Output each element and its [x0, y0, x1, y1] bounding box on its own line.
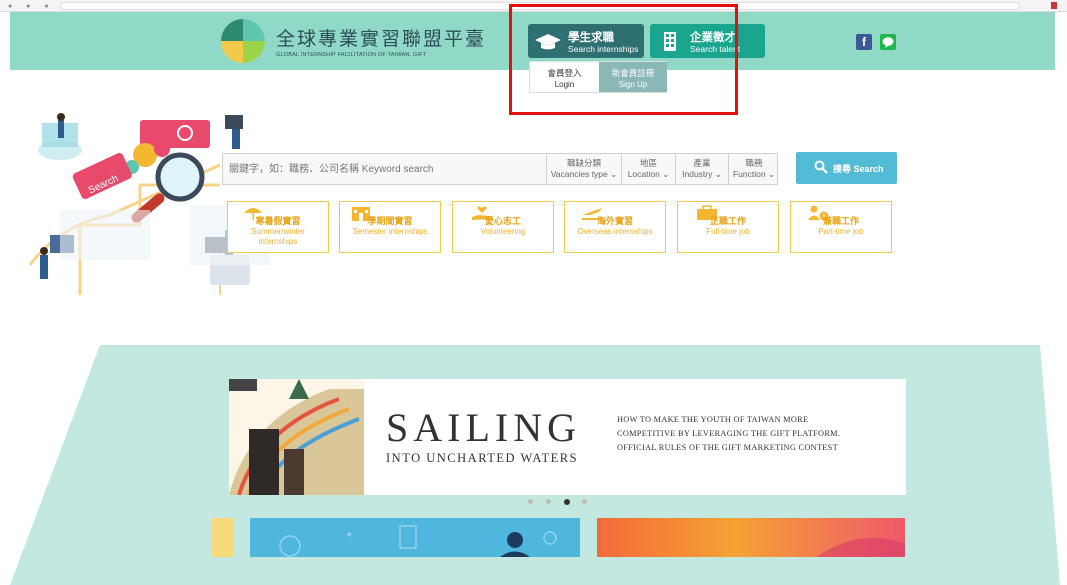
feature-card-gradient[interactable]	[597, 518, 905, 557]
industry-dropdown[interactable]: 產業 Industry ⌄	[675, 154, 728, 184]
banner-line: OFFICIAL RULES OF THE GIFT MARKETING CON…	[617, 443, 838, 452]
category-part-time[interactable]: 兼職工作 Part-time job	[790, 201, 892, 253]
filter-label-zh: 地區	[639, 158, 657, 168]
banner-description: HOW TO MAKE THE YOUTH OF TAIWAN MORE COM…	[617, 413, 897, 455]
site-logo[interactable]: 全球專業實習聯盟平臺 GLOBAL INTERNSHIP FACILITATIO…	[220, 18, 484, 66]
card-doodle-graphic: ✦	[279, 525, 557, 557]
carousel-dot[interactable]	[528, 499, 533, 504]
category-label-zh: 兼職工作	[822, 216, 859, 226]
banner-title: SAILING	[386, 405, 581, 450]
feature-card-blue[interactable]: ✦	[250, 518, 580, 557]
card-gradient-graphic	[817, 537, 905, 557]
category-volunteering[interactable]: 愛心志工 Volunteering	[452, 201, 554, 253]
line-glyph-icon	[882, 37, 894, 48]
svg-text:✦: ✦	[345, 530, 353, 541]
carousel-dot-active[interactable]	[564, 498, 570, 505]
filter-label-zh: 產業	[693, 158, 711, 168]
carousel-dot[interactable]	[582, 499, 587, 504]
category-label-en: Full-time job	[706, 227, 750, 236]
category-label-zh: 海外實習	[596, 216, 633, 226]
logo-subtitle: GLOBAL INTERNSHIP FACILITATION OF TAIWAN…	[276, 52, 427, 58]
category-label-en: Overseas internships	[577, 227, 653, 236]
category-label-zh: 愛心志工	[484, 216, 521, 226]
red-highlight-box	[509, 4, 738, 115]
line-icon[interactable]	[880, 34, 896, 50]
card-yellow-strip	[212, 518, 234, 557]
category-overseas[interactable]: 海外實習 Overseas internships	[564, 201, 666, 253]
browser-nav-icons[interactable]: ● ● ●	[8, 3, 55, 10]
category-full-time[interactable]: 正職工作 Full-time job	[677, 201, 779, 253]
logo-title: 全球專業實習聯盟平臺	[276, 28, 487, 50]
filter-label-en: Industry ⌄	[682, 169, 722, 179]
search-icon	[814, 160, 828, 174]
filter-label-zh: 職缺分類	[566, 158, 601, 168]
banner-art-graphic	[229, 379, 364, 495]
banner-subtitle: INTO UNCHARTED WATERS	[386, 451, 579, 465]
category-label-en: Volunteering	[480, 227, 526, 236]
filter-label-zh: 職務	[745, 158, 763, 168]
facebook-icon[interactable]: f	[856, 34, 872, 50]
filter-label-en: Vacancies type ⌄	[550, 169, 618, 179]
category-label-zh: 學期間實習	[367, 216, 413, 226]
promo-banner[interactable]: SAILING INTO UNCHARTED WATERS HOW TO MAK…	[229, 379, 906, 495]
category-label-en: Semester internships	[352, 227, 428, 236]
search-button-label: 搜尋 Search	[833, 164, 884, 174]
banner-line: COMPETITIVE BY LEVERAGING THE GIFT PLATF…	[617, 429, 841, 438]
category-label-zh: 寒暑假實習	[255, 216, 301, 226]
category-label-en: Summer/winter internships	[251, 227, 305, 246]
function-dropdown[interactable]: 職務 Function ⌄	[728, 154, 779, 184]
category-summer-winter[interactable]: 寒暑假實習 Summer/winter internships	[227, 201, 329, 253]
search-bar: 職缺分類 Vacancies type ⌄ 地區 Location ⌄ 產業 I…	[222, 153, 778, 185]
category-label-zh: 正職工作	[709, 216, 746, 226]
category-semester[interactable]: 學期間實習 Semester internships	[339, 201, 441, 253]
keyword-search-input[interactable]	[223, 154, 546, 184]
banner-line: HOW TO MAKE THE YOUTH OF TAIWAN MORE	[617, 415, 809, 424]
facebook-glyph: f	[862, 35, 866, 49]
gift-logo-icon	[221, 19, 265, 63]
vacancies-type-dropdown[interactable]: 職缺分類 Vacancies type ⌄	[546, 154, 621, 184]
search-button[interactable]: 搜尋 Search	[796, 152, 897, 184]
browser-menu-icon[interactable]	[1051, 2, 1057, 9]
filter-label-en: Location ⌄	[627, 169, 670, 179]
category-label-en: Part-time job	[818, 227, 864, 236]
carousel-dot[interactable]	[546, 499, 551, 504]
location-dropdown[interactable]: 地區 Location ⌄	[621, 154, 675, 184]
filter-label-en: Function ⌄	[732, 169, 776, 179]
